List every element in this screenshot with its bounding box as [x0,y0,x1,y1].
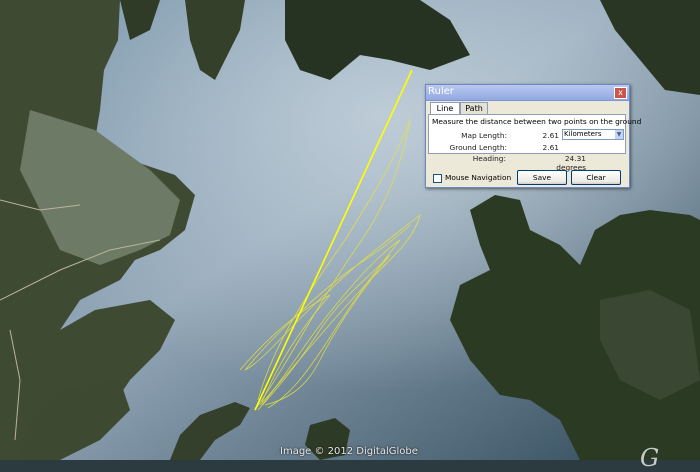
tab-path[interactable]: Path [460,102,488,114]
mouse-navigation-checkbox[interactable] [433,174,442,183]
map-length-value: 2.61 [542,131,559,140]
close-icon: x [618,88,623,97]
save-button[interactable]: Save [517,170,567,185]
ruler-description: Measure the distance between two points … [432,117,642,126]
unit-select-value: Kilometers [564,130,602,138]
ruler-title: Ruler [428,86,454,97]
satellite-map[interactable] [0,0,700,460]
imagery-credit: Image © 2012 DigitalGlobe [280,446,418,457]
logo-watermark: G [640,444,660,472]
ruler-dialog: Ruler x Line Path Measure the distance b… [425,84,641,188]
map-length-label: Map Length: [461,131,507,140]
ground-length-value: 2.61 [542,143,559,152]
heading-label: Heading: [472,154,506,163]
clear-button[interactable]: Clear [571,170,621,185]
close-button[interactable]: x [614,87,627,99]
unit-select[interactable]: Kilometers ▼ [562,129,624,140]
ruler-titlebar[interactable]: Ruler x [426,85,629,101]
chevron-down-icon[interactable]: ▼ [615,130,623,139]
mouse-navigation-label: Mouse Navigation [445,173,512,182]
ground-length-label: Ground Length: [449,143,507,152]
ruler-line-panel: Measure the distance between two points … [428,114,641,154]
